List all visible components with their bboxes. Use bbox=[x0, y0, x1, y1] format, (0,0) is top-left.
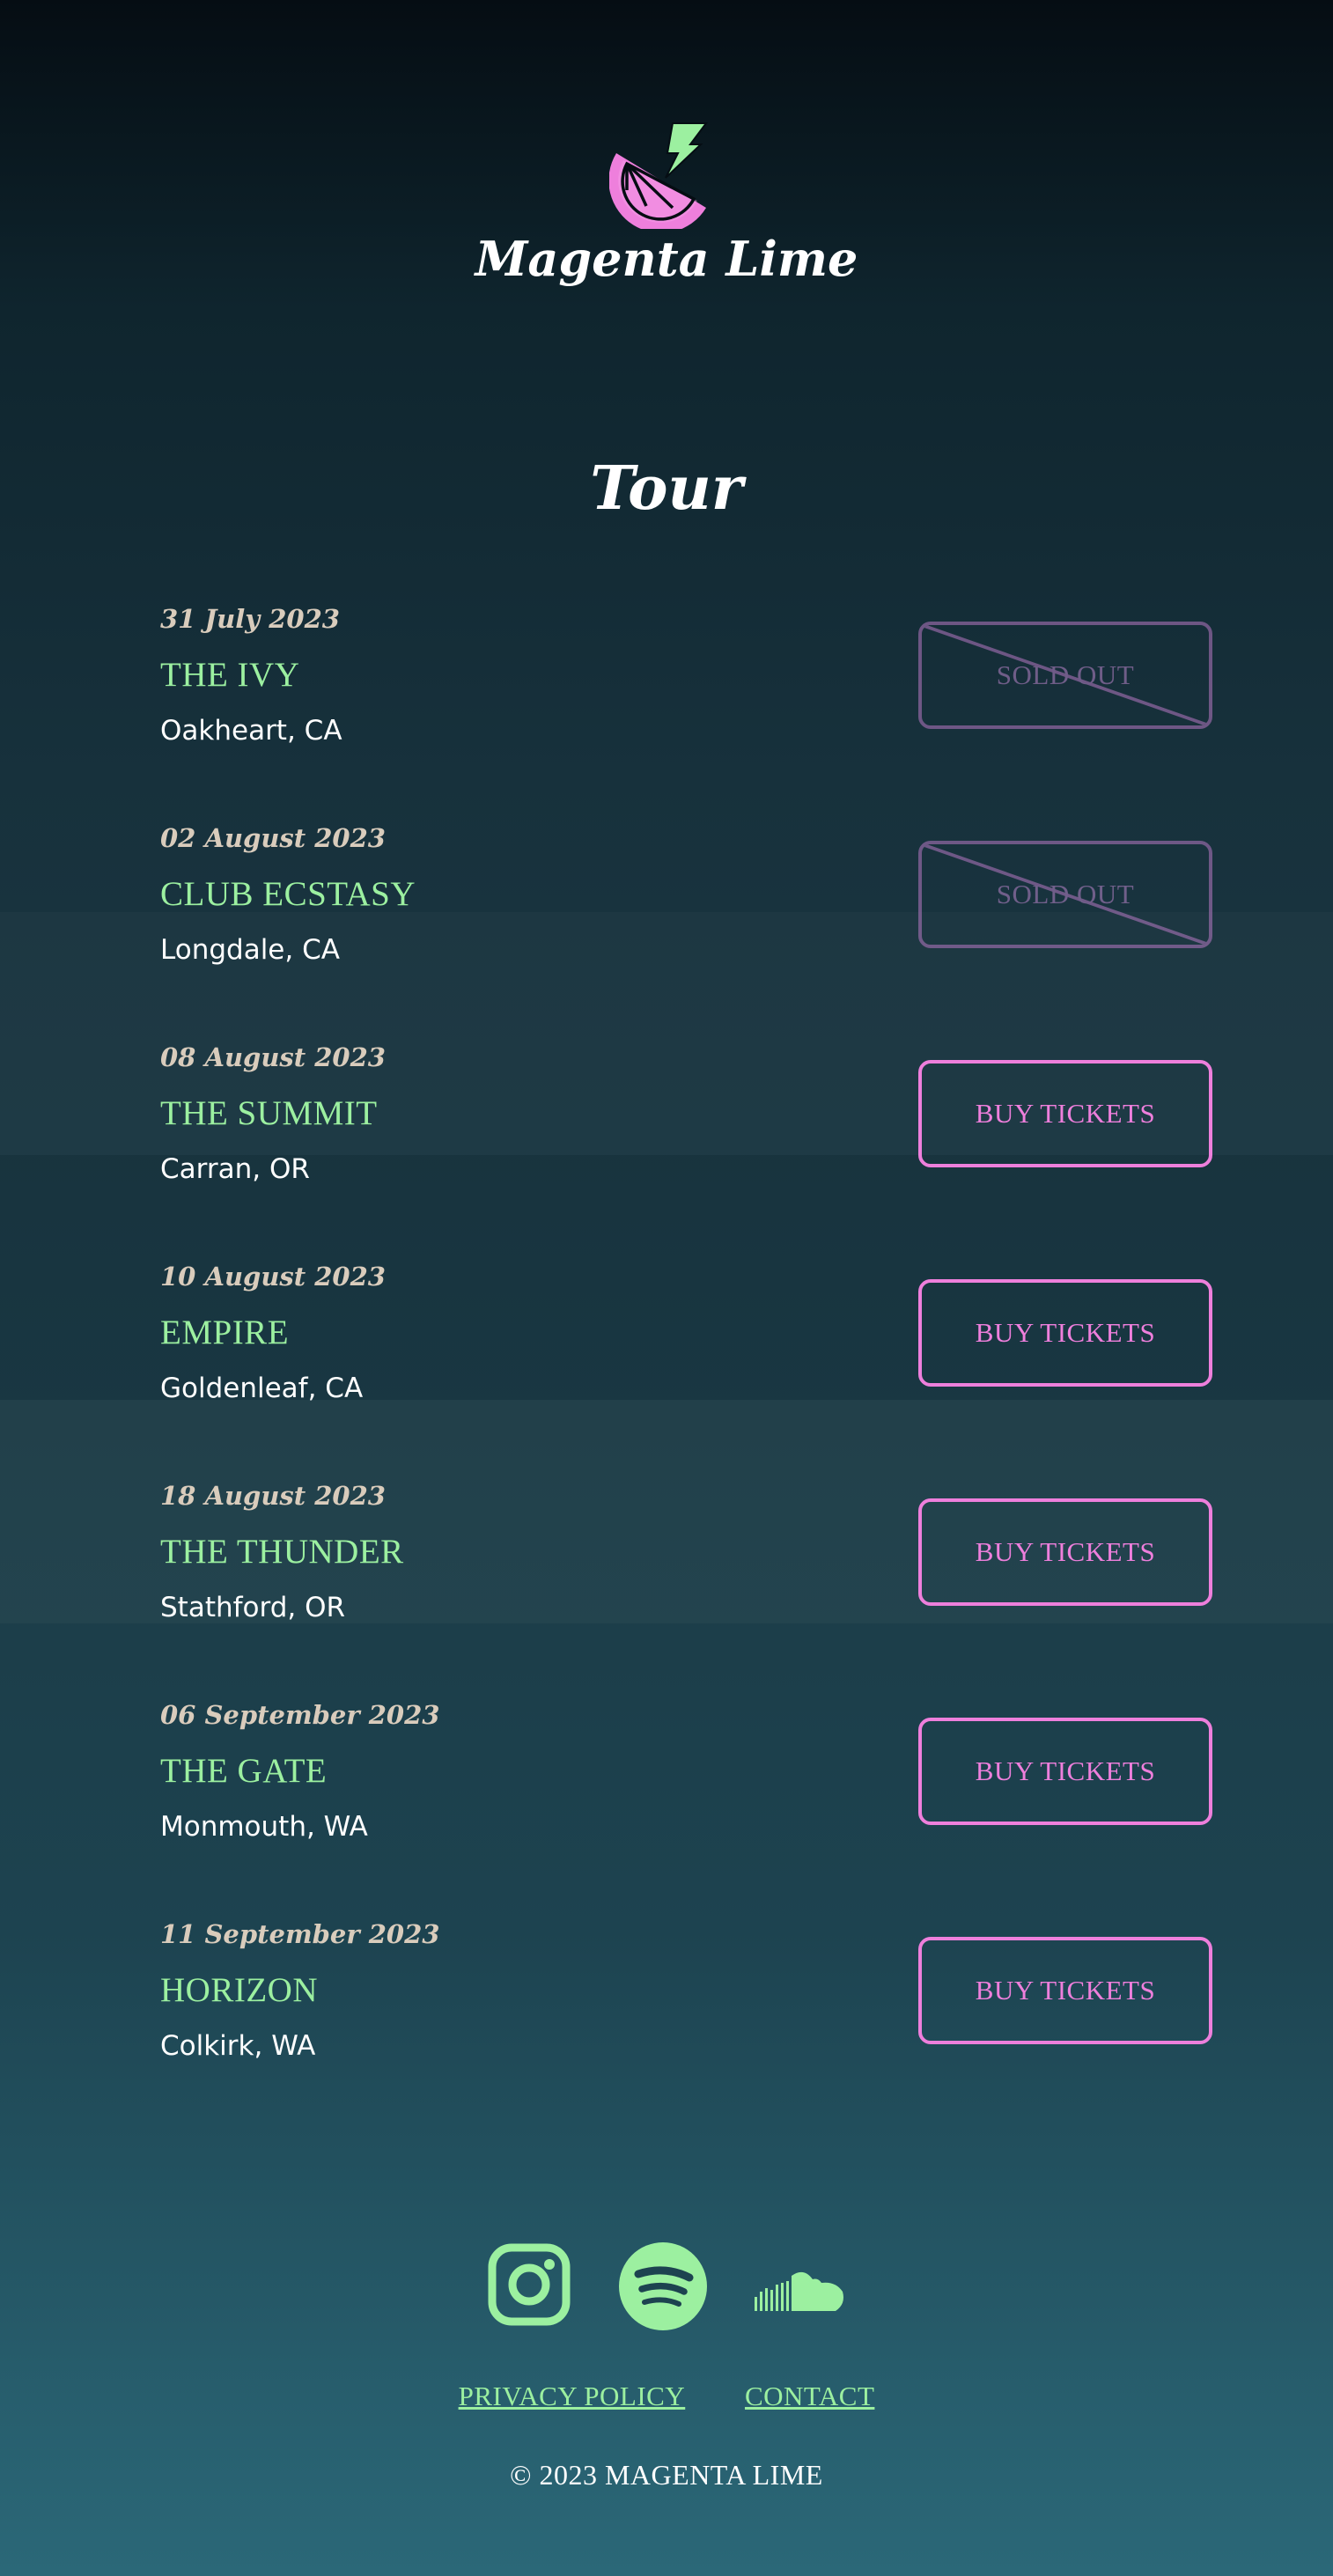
site-header: Magenta Lime bbox=[0, 114, 1333, 287]
tour-row: 31 July 2023 THE IVY Oakheart, CA SOLD O… bbox=[160, 600, 1217, 820]
tour-date: 06 September 2023 bbox=[160, 1700, 440, 1730]
soundcloud-link[interactable] bbox=[755, 2242, 846, 2334]
sold-out-button: SOLD OUT bbox=[918, 622, 1212, 729]
tour-city: Monmouth, WA bbox=[160, 1811, 368, 1843]
tour-venue: EMPIRE bbox=[160, 1314, 290, 1351]
privacy-policy-link[interactable]: PRIVACY POLICY bbox=[459, 2381, 686, 2411]
buy-tickets-button[interactable]: BUY TICKETS bbox=[918, 1937, 1212, 2044]
tour-date: 08 August 2023 bbox=[160, 1042, 386, 1072]
buy-tickets-button[interactable]: BUY TICKETS bbox=[918, 1718, 1212, 1825]
instagram-link[interactable] bbox=[487, 2242, 571, 2334]
tour-row: 10 August 2023 EMPIRE Goldenleaf, CA BUY… bbox=[160, 1258, 1217, 1477]
tour-city: Stathford, OR bbox=[160, 1592, 346, 1623]
tour-date: 02 August 2023 bbox=[160, 823, 386, 853]
soundcloud-icon bbox=[755, 2271, 843, 2311]
tour-row: 06 September 2023 THE GATE Monmouth, WA … bbox=[160, 1696, 1217, 1916]
tour-venue: HORIZON bbox=[160, 1971, 318, 2009]
tour-city: Colkirk, WA bbox=[160, 2030, 316, 2062]
tour-date: 10 August 2023 bbox=[160, 1262, 386, 1292]
page-title: Tour bbox=[590, 453, 743, 524]
tour-venue: CLUB ECSTASY bbox=[160, 875, 416, 913]
sold-out-label: SOLD OUT bbox=[996, 879, 1135, 909]
lime-slice-lightning-icon bbox=[609, 122, 708, 229]
tour-venue: THE IVY bbox=[160, 656, 300, 694]
copyright: © 2023 MAGENTA LIME bbox=[510, 2459, 823, 2491]
tour-venue: THE THUNDER bbox=[160, 1533, 404, 1571]
tour-venue: THE GATE bbox=[160, 1752, 328, 1790]
tour-row: 11 September 2023 HORIZON Colkirk, WA BU… bbox=[160, 1916, 1217, 2135]
tour-city: Carran, OR bbox=[160, 1153, 310, 1185]
tour-city: Longdale, CA bbox=[160, 934, 340, 966]
buy-tickets-button[interactable]: BUY TICKETS bbox=[918, 1279, 1212, 1387]
contact-link[interactable]: CONTACT bbox=[745, 2381, 874, 2411]
tour-row: 02 August 2023 CLUB ECSTASY Longdale, CA… bbox=[160, 820, 1217, 1039]
buy-tickets-button[interactable]: BUY TICKETS bbox=[918, 1060, 1212, 1167]
home-logo-link[interactable]: Magenta Lime bbox=[0, 114, 1333, 287]
buy-tickets-button[interactable]: BUY TICKETS bbox=[918, 1498, 1212, 1606]
tour-row: 18 August 2023 THE THUNDER Stathford, OR… bbox=[160, 1477, 1217, 1696]
footer-links: PRIVACY POLICY CONTACT bbox=[0, 2381, 1333, 2412]
tour-venue: THE SUMMIT bbox=[160, 1094, 378, 1132]
tour-date: 31 July 2023 bbox=[160, 604, 340, 634]
social-links bbox=[0, 2242, 1333, 2334]
spotify-icon bbox=[619, 2242, 707, 2330]
tour-city: Goldenleaf, CA bbox=[160, 1373, 364, 1404]
tour-row: 08 August 2023 THE SUMMIT Carran, OR BUY… bbox=[160, 1039, 1217, 1258]
sold-out-label: SOLD OUT bbox=[996, 659, 1135, 690]
tour-list: 31 July 2023 THE IVY Oakheart, CA SOLD O… bbox=[160, 600, 1217, 2135]
tour-date: 11 September 2023 bbox=[160, 1919, 440, 1949]
brand-name: Magenta Lime bbox=[475, 231, 858, 287]
sold-out-button: SOLD OUT bbox=[918, 841, 1212, 948]
tour-city: Oakheart, CA bbox=[160, 715, 342, 747]
spotify-link[interactable] bbox=[619, 2242, 707, 2334]
instagram-icon bbox=[488, 2243, 571, 2326]
tour-date: 18 August 2023 bbox=[160, 1481, 386, 1511]
